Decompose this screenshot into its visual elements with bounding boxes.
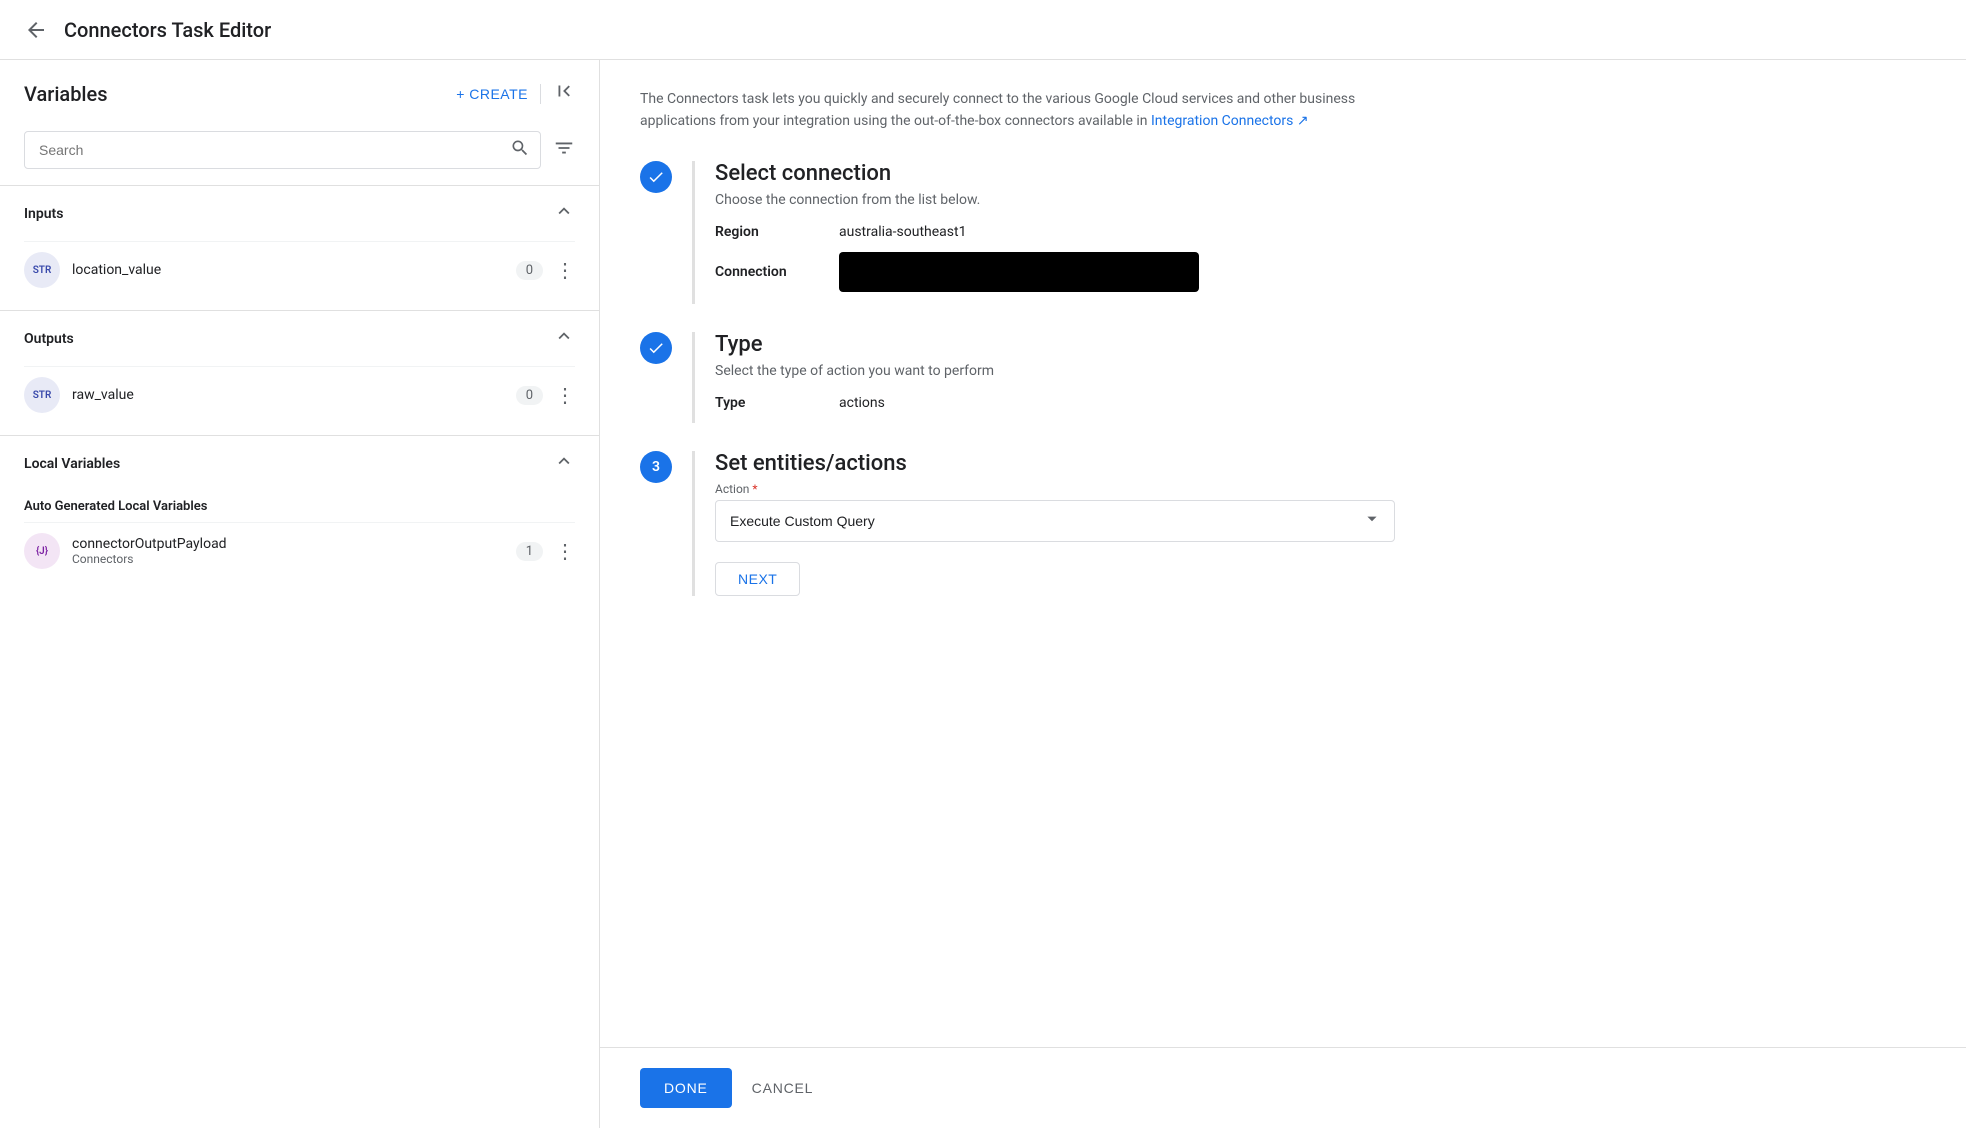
var-info: connectorOutputPayload Connectors xyxy=(72,536,516,566)
inputs-content: STR location_value 0 ⋮ xyxy=(24,241,575,310)
action-field-label: Action * xyxy=(715,482,1926,496)
right-panel: The Connectors task lets you quickly and… xyxy=(600,60,1966,1128)
sidebar-title: Variables xyxy=(24,82,108,106)
var-name: connectorOutputPayload xyxy=(72,536,516,552)
outputs-section-header[interactable]: Outputs xyxy=(24,311,575,366)
step2-type-field: Type actions xyxy=(715,395,1926,411)
main-layout: Variables + CREATE xyxy=(0,60,1966,1128)
type-label: Type xyxy=(715,395,815,411)
integration-connectors-link[interactable]: Integration Connectors ↗ xyxy=(1151,113,1309,129)
filter-icon[interactable] xyxy=(553,137,575,164)
more-icon[interactable]: ⋮ xyxy=(555,258,575,282)
list-item: STR location_value 0 ⋮ xyxy=(24,241,575,298)
cancel-button[interactable]: CANCEL xyxy=(752,1080,814,1096)
step1-title: Select connection xyxy=(715,161,1926,186)
outputs-section: Outputs STR raw_value 0 ⋮ xyxy=(0,310,599,435)
more-icon[interactable]: ⋮ xyxy=(555,539,575,563)
step-type: Type Select the type of action you want … xyxy=(640,332,1926,423)
var-count: 1 xyxy=(516,542,543,561)
header: Connectors Task Editor xyxy=(0,0,1966,60)
local-variables-content: Auto Generated Local Variables {J} conne… xyxy=(24,491,575,591)
step3-content: Set entities/actions Action * Execute Cu… xyxy=(692,451,1926,596)
search-container xyxy=(0,123,599,185)
bottom-bar: DONE CANCEL xyxy=(600,1047,1966,1128)
required-star: * xyxy=(752,482,757,496)
description-text: The Connectors task lets you quickly and… xyxy=(640,88,1400,133)
connection-value-redacted xyxy=(839,252,1199,292)
sidebar-actions: + CREATE xyxy=(456,80,575,107)
step2-subtitle: Select the type of action you want to pe… xyxy=(715,363,1926,379)
outputs-title: Outputs xyxy=(24,331,74,347)
search-icon xyxy=(510,138,530,163)
sidebar: Variables + CREATE xyxy=(0,60,600,1128)
var-name: raw_value xyxy=(72,387,516,403)
auto-gen-label: Auto Generated Local Variables xyxy=(24,491,575,522)
action-select[interactable]: Execute Custom Query xyxy=(715,500,1395,542)
inputs-section: Inputs STR location_value 0 ⋮ xyxy=(0,185,599,310)
page-title: Connectors Task Editor xyxy=(64,18,271,42)
region-value: australia-southeast1 xyxy=(839,224,966,240)
vertical-divider xyxy=(540,84,541,104)
sidebar-header: Variables + CREATE xyxy=(0,60,599,123)
inputs-chevron-icon xyxy=(553,200,575,227)
region-label: Region xyxy=(715,224,815,240)
step2-title: Type xyxy=(715,332,1926,357)
var-name: location_value xyxy=(72,262,516,278)
create-button[interactable]: + CREATE xyxy=(456,86,528,102)
step-set-entities: 3 Set entities/actions Action * Execute … xyxy=(640,451,1926,596)
next-button[interactable]: NEXT xyxy=(715,562,800,596)
outputs-chevron-icon xyxy=(553,325,575,352)
connection-label: Connection xyxy=(715,264,815,280)
local-variables-title: Local Variables xyxy=(24,456,120,472)
step2-content: Type Select the type of action you want … xyxy=(692,332,1926,423)
local-variables-chevron-icon xyxy=(553,450,575,477)
inputs-title: Inputs xyxy=(24,206,63,222)
action-select-wrap: Execute Custom Query xyxy=(715,500,1395,542)
step1-content: Select connection Choose the connection … xyxy=(692,161,1926,304)
list-item: {J} connectorOutputPayload Connectors 1 … xyxy=(24,522,575,579)
step-select-connection: Select connection Choose the connection … xyxy=(640,161,1926,304)
collapse-icon[interactable] xyxy=(553,80,575,107)
search-input-wrap xyxy=(24,131,541,169)
done-button[interactable]: DONE xyxy=(640,1068,732,1108)
search-input[interactable] xyxy=(25,132,540,168)
str-badge: STR xyxy=(24,252,60,288)
var-count: 0 xyxy=(516,386,543,405)
var-sub: Connectors xyxy=(72,552,516,566)
back-button[interactable] xyxy=(24,18,48,42)
step1-completed-icon xyxy=(640,161,672,193)
step1-region-field: Region australia-southeast1 xyxy=(715,224,1926,240)
local-variables-section-header[interactable]: Local Variables xyxy=(24,436,575,491)
type-value: actions xyxy=(839,395,885,411)
json-badge: {J} xyxy=(24,533,60,569)
var-count: 0 xyxy=(516,261,543,280)
step3-number-icon: 3 xyxy=(640,451,672,483)
inputs-section-header[interactable]: Inputs xyxy=(24,186,575,241)
more-icon[interactable]: ⋮ xyxy=(555,383,575,407)
step2-completed-icon xyxy=(640,332,672,364)
step1-subtitle: Choose the connection from the list belo… xyxy=(715,192,1926,208)
outputs-content: STR raw_value 0 ⋮ xyxy=(24,366,575,435)
local-variables-section: Local Variables Auto Generated Local Var… xyxy=(0,435,599,591)
step1-connection-field: Connection xyxy=(715,252,1926,292)
list-item: STR raw_value 0 ⋮ xyxy=(24,366,575,423)
action-field-group: Action * Execute Custom Query xyxy=(715,482,1926,542)
str-badge: STR xyxy=(24,377,60,413)
step3-title: Set entities/actions xyxy=(715,451,1926,476)
